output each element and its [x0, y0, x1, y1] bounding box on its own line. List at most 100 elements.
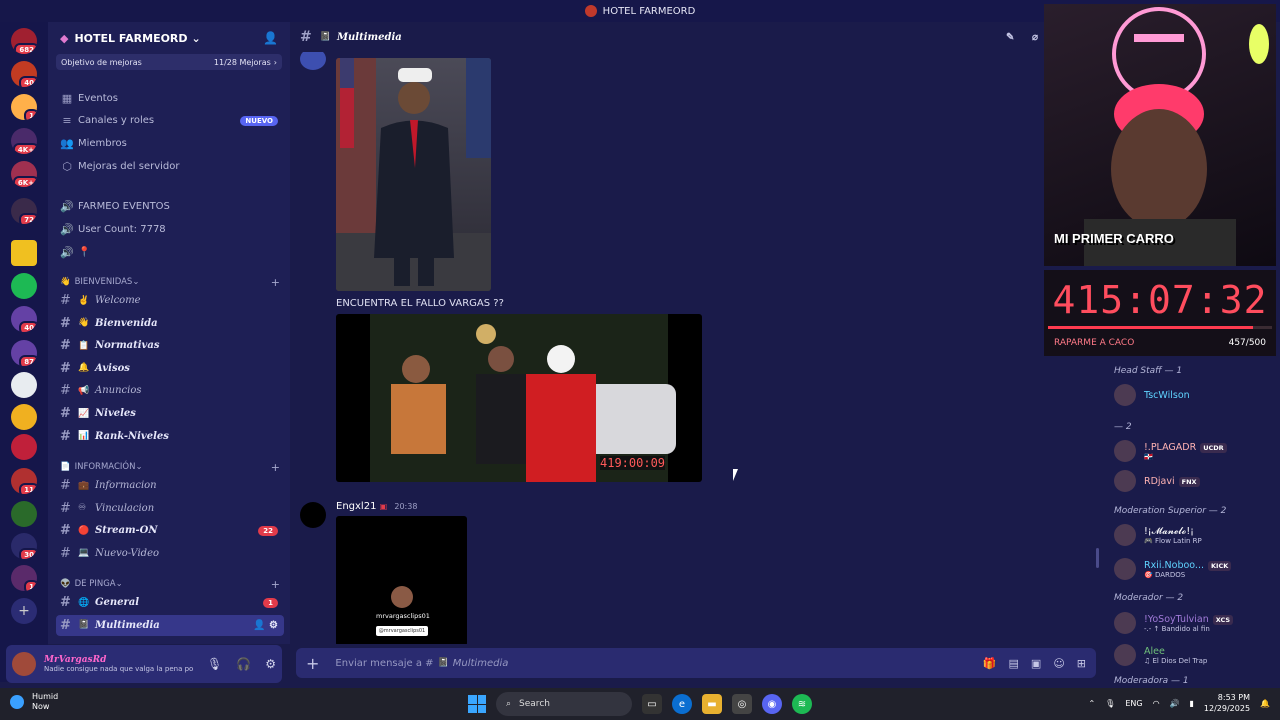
author-name[interactable]: Engxl21	[336, 501, 376, 512]
server-icon[interactable]: 30	[11, 533, 37, 559]
plus-icon[interactable]: +	[306, 654, 319, 673]
boost-goal-bar[interactable]: Objetivo de mejoras 11/28 Mejoras ›	[56, 54, 282, 70]
voice-channel[interactable]: 🔊 User Count: 7778	[56, 219, 284, 239]
channel-item-normativas[interactable]: # 📋 Normativas	[56, 335, 284, 356]
nav-item-canales-y-roles[interactable]: ≡ Canales y roles NUEVO	[56, 111, 284, 131]
mute-icon[interactable]: ⌀	[1032, 32, 1038, 43]
gift-icon[interactable]: 🎁	[983, 657, 997, 670]
message-video-thumbnail[interactable]: 419:00:09	[336, 314, 702, 482]
microphone-icon[interactable]: 🎙	[1105, 699, 1115, 708]
add-channel-icon[interactable]: +	[271, 276, 280, 289]
battery-icon[interactable]: ▮	[1190, 699, 1194, 708]
voice-channel[interactable]: 🔊 FARMEO EVENTOS	[56, 196, 284, 216]
category-header[interactable]: 👋 BIENVENIDAS ⌄ +	[56, 274, 284, 290]
headphones-icon[interactable]: 🎧	[236, 657, 251, 671]
channel-item-nuevo-video[interactable]: # 💻 Nuevo-Video	[56, 543, 284, 564]
channel-item-general[interactable]: # 🌐 General 1	[56, 592, 284, 613]
server-icon[interactable]: 6K+	[11, 161, 37, 187]
weather-widget[interactable]: Humid Now	[10, 692, 58, 712]
server-icon[interactable]	[11, 273, 37, 299]
server-icon[interactable]	[11, 434, 37, 460]
server-badge: 72	[19, 213, 37, 224]
member-item[interactable]: !YoSoyTulvian XCS -.- ↑ Bandido al fin	[1114, 612, 1234, 634]
member-tag: KICK	[1208, 560, 1232, 571]
channel-emoji-icon: 📢	[78, 385, 90, 396]
nav-item-eventos[interactable]: ▦ Eventos	[56, 88, 284, 108]
file-explorer-icon[interactable]: ▬	[702, 694, 722, 714]
server-icon[interactable]: 682	[11, 28, 37, 54]
add-channel-icon[interactable]: +	[271, 578, 280, 591]
taskbar-search[interactable]: ⌕ Search	[496, 692, 632, 716]
nav-item-miembros[interactable]: 👥 Miembros	[56, 133, 284, 153]
category-header[interactable]: 📄 INFORMACIÓN ⌄ +	[56, 459, 284, 475]
channel-item-avisos[interactable]: # 🔔 Avisos	[56, 358, 284, 379]
clock[interactable]: 8:53 PM 12/29/2025	[1204, 692, 1250, 714]
avatar[interactable]	[300, 502, 326, 528]
channel-item-welcome[interactable]: # ✌ Welcome	[56, 290, 284, 311]
member-item[interactable]: Alee ♫ El Dios Del Trap	[1114, 644, 1207, 666]
channel-item-bienvenida[interactable]: # 👋 Bienvenida	[56, 313, 284, 334]
volume-icon[interactable]: 🔊	[1170, 699, 1180, 708]
server-icon[interactable]: 4K+	[11, 128, 37, 154]
channel-item-stream-on[interactable]: # 🔴 Stream-ON 22	[56, 520, 284, 541]
avatar[interactable]	[12, 652, 36, 676]
server-icon[interactable]: 72	[11, 198, 37, 224]
message-list[interactable]: ENCUENTRA EL FALLO VARGAS ?? 419:00:09 E…	[290, 52, 1104, 644]
apps-icon[interactable]: ⊞	[1077, 657, 1086, 670]
microphone-icon[interactable]: 🎙	[207, 657, 222, 671]
avatar[interactable]	[300, 52, 326, 70]
members-icon: 👥	[60, 136, 74, 150]
wifi-icon[interactable]: ◠	[1153, 699, 1160, 708]
add-channel-icon[interactable]: +	[271, 461, 280, 474]
task-view-icon[interactable]: ▭	[642, 694, 662, 714]
video-timer-overlay: 419:00:09	[600, 456, 666, 470]
discord-icon[interactable]: ◉	[762, 694, 782, 714]
server-icon[interactable]: 40	[11, 61, 37, 87]
channel-settings-icon[interactable]: 👤 ⚙	[253, 620, 278, 631]
channel-item-multimedia[interactable]: # 📓 Multimedia 👤 ⚙	[56, 614, 284, 636]
member-item[interactable]: !¡𝓜𝓪𝓷𝓮𝓵𝓸!¡ 🎮 Flow Latin RP	[1114, 524, 1202, 546]
language-indicator[interactable]: ENG	[1125, 699, 1142, 708]
settings-gear-icon[interactable]: ⚙	[265, 657, 276, 671]
server-header[interactable]: ◆ HOTEL FARMEORD ⌄ 👤	[48, 22, 290, 54]
server-icon[interactable]: 87	[11, 340, 37, 366]
channel-header: # 📓 Multimedia ✎ ⌀	[290, 22, 1044, 52]
windows-start-icon[interactable]	[468, 695, 486, 713]
server-icon[interactable]: 40	[11, 306, 37, 332]
server-icon[interactable]	[11, 404, 37, 430]
message-image-tiktok[interactable]: mrvargasclips01 @mrvargasclips01	[336, 516, 467, 644]
nav-item-mejoras-del-servidor[interactable]: ⬡ Mejoras del servidor	[56, 156, 284, 176]
member-item[interactable]: RDjavi FNX	[1114, 470, 1200, 492]
chevron-up-icon[interactable]: ⌃	[1088, 699, 1095, 708]
gif-icon[interactable]: ▤	[1009, 657, 1019, 670]
notification-bell-icon[interactable]: 🔔	[1260, 699, 1270, 708]
channel-item-niveles[interactable]: # 📈 Niveles	[56, 403, 284, 424]
server-icon[interactable]: 1	[11, 94, 37, 120]
category-header[interactable]: 👽 DE PINGA ⌄ +	[56, 576, 284, 592]
channel-item-anuncios[interactable]: # 📢 Anuncios	[56, 380, 284, 401]
edge-browser-icon[interactable]: e	[672, 694, 692, 714]
add-server-icon[interactable]: +	[11, 598, 37, 624]
scrollbar[interactable]	[1096, 548, 1099, 568]
spotify-icon[interactable]: ≋	[792, 694, 812, 714]
emoji-icon[interactable]: ☺	[1053, 657, 1064, 670]
message-composer[interactable]: + Enviar mensaje a # 📓 Multimedia 🎁 ▤ ▣ …	[296, 648, 1096, 678]
server-icon[interactable]: 1	[11, 565, 37, 591]
voice-channel[interactable]: 🔊 📍	[56, 242, 284, 262]
app-icon[interactable]: ◎	[732, 694, 752, 714]
member-item[interactable]: TscWilson	[1114, 384, 1190, 406]
hash-icon: #	[60, 383, 71, 399]
channel-item-vinculacion[interactable]: # ♾ Vinculacion	[56, 498, 284, 519]
member-item[interactable]: Rxii.Noboo... KICK 🎯 DARDOS	[1114, 558, 1232, 580]
server-icon[interactable]	[11, 372, 37, 398]
server-icon[interactable]	[11, 501, 37, 527]
server-icon[interactable]	[11, 240, 37, 266]
channel-item-rank-niveles[interactable]: # 📊 Rank-Niveles	[56, 426, 284, 447]
message-image-man-suit[interactable]	[336, 58, 491, 291]
channel-item-informacion[interactable]: # 💼 Informacion	[56, 475, 284, 496]
sticker-icon[interactable]: ▣	[1031, 657, 1041, 670]
invite-user-icon[interactable]: 👤	[263, 31, 278, 45]
server-icon[interactable]: 11	[11, 468, 37, 494]
threads-icon[interactable]: ✎	[1006, 32, 1014, 43]
member-item[interactable]: !.PLAGADR UCDR 🇩🇴	[1114, 440, 1227, 462]
